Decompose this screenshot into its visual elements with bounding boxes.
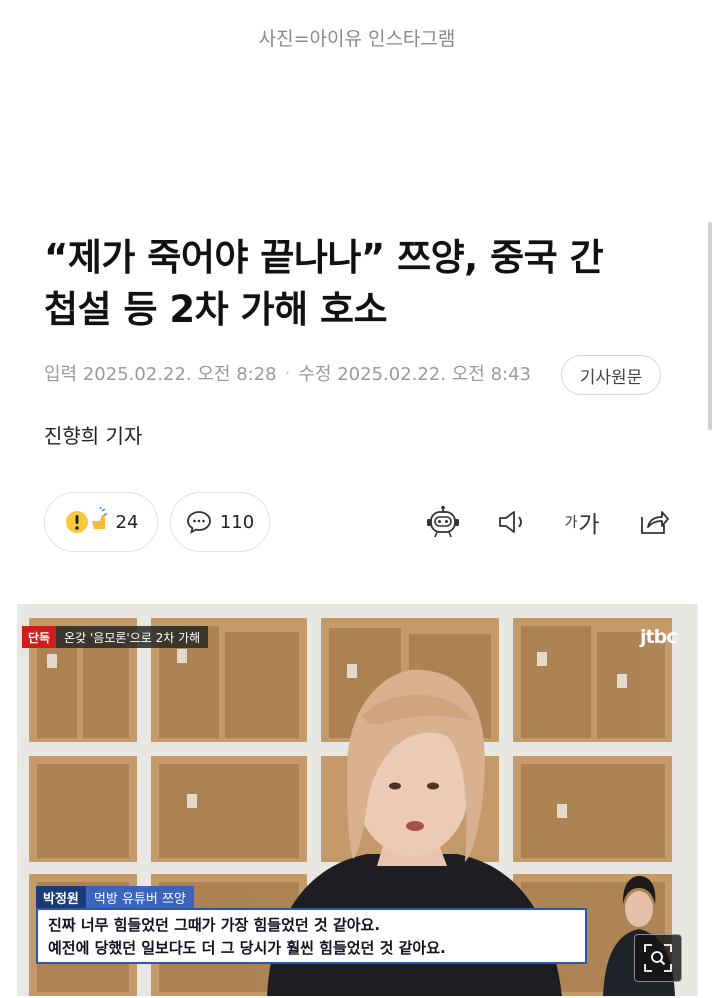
ai-summary-robot-icon[interactable] [425,504,461,540]
comment-bubble-icon [186,509,212,535]
reaction-emoji-icon [64,507,108,537]
font-size-large: 가 [578,512,600,538]
video-subtitle: 진짜 너무 힘들었던 그때가 가장 힘들었던 것 같아요. 예전에 당했던 일보… [36,908,587,964]
subtitle-line-2: 예전에 당했던 일보다도 더 그 당시가 훨씬 힘들었던 것 같아요. [48,939,446,957]
zoom-search-icon [644,944,672,972]
font-size-button[interactable]: 가가 [562,504,602,540]
modified-time: 2025.02.22. 오전 8:43 [337,364,532,385]
reaction-count: 24 [115,511,139,533]
article-headline: “제가 죽어야 끝나나” 쯔양, 중국 간 첩설 등 2차 가해 호소 [44,232,684,336]
input-time: 2025.02.22. 오전 8:28 [82,364,277,385]
exclusive-tag: 단독 [22,626,57,648]
comment-count: 110 [219,511,255,533]
comment-button[interactable]: 110 [170,492,270,552]
video-topic-tag: 단독 온갖 '음모론'으로 2차 가해 [22,626,209,648]
original-article-button[interactable]: 기사원문 [561,355,661,395]
photo-caption: 사진=아이유 인스타그램 [258,28,456,50]
modified-label: 수정 [298,364,332,385]
input-label: 입력 [44,364,78,385]
subtitle-line-1: 진짜 너무 힘들었던 그때가 가장 힘들었던 것 같아요. [48,916,381,934]
meta-separator: · [284,362,291,384]
reaction-button[interactable]: 24 [44,492,158,552]
headline-line-2: 첩설 등 2차 가해 호소 [44,288,388,331]
image-zoom-button[interactable] [634,934,682,982]
topic-tag: 온갖 '음모론'으로 2차 가해 [56,626,209,648]
speaker-name: 박정원 [36,886,86,908]
article-meta: 입력 2025.02.22. 오전 8:28 · 수정 2025.02.22. … [44,360,531,386]
broadcaster-logo: jtbc [640,626,677,648]
speaker-read-aloud-icon[interactable] [495,504,531,540]
scrollbar[interactable] [708,222,712,430]
font-size-small: 가 [564,515,578,531]
headline-line-1: “제가 죽어야 끝나나” 쯔양, 중국 간 [44,236,604,279]
speaker-description: 먹방 유튜버 쯔양 [85,886,194,908]
reporter-name[interactable]: 진향희 기자 [44,420,142,449]
share-icon[interactable] [636,504,672,540]
speaker-name-tag: 박정원 먹방 유튜버 쯔양 [36,886,194,908]
